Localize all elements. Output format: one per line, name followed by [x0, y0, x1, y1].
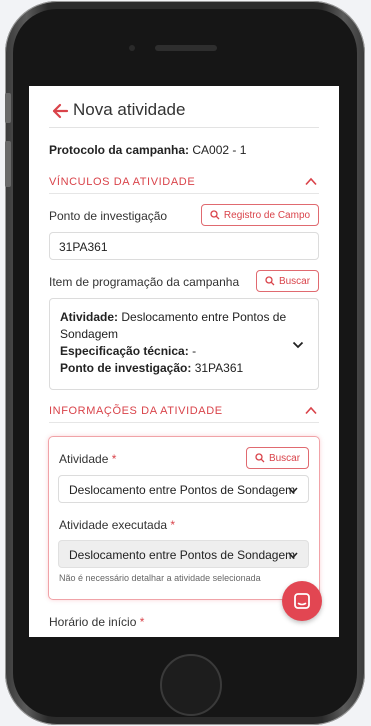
activity-search-button[interactable]: Buscar	[246, 447, 309, 469]
search-icon	[210, 210, 220, 220]
field-record-button-label: Registro de Campo	[223, 209, 311, 221]
executed-activity-label: Atividade executada *	[59, 518, 175, 532]
chevron-up-icon[interactable]	[305, 406, 317, 415]
program-item-search-label: Buscar	[278, 275, 311, 287]
executed-activity-select-value: Deslocamento entre Pontos de Sondagem	[69, 548, 296, 562]
section-title: INFORMAÇÕES DA ATIVIDADE	[49, 405, 223, 417]
program-item-card[interactable]: Atividade: Deslocamento entre Pontos de …	[49, 298, 319, 390]
start-time-label-text: Horário de início	[49, 615, 137, 629]
search-icon	[255, 453, 265, 463]
investigation-point-value: 31PA361	[59, 240, 108, 254]
side-button	[5, 141, 11, 187]
chat-icon	[294, 593, 310, 609]
chevron-down-icon	[288, 552, 298, 559]
search-icon	[265, 276, 275, 286]
protocol-label: Protocolo da campanha:	[49, 143, 190, 157]
app-screen: Nova atividade Protocolo da campanha: CA…	[29, 86, 339, 637]
activity-select[interactable]: Deslocamento entre Pontos de Sondagem	[58, 475, 309, 503]
card-point-label: Ponto de investigação:	[60, 361, 192, 375]
chat-button[interactable]	[282, 581, 322, 621]
program-item-label: Item de programação da campanha	[49, 275, 240, 289]
front-camera	[129, 45, 135, 51]
home-button[interactable]	[160, 654, 222, 716]
activity-label-text: Atividade	[59, 452, 109, 466]
card-activity-label: Atividade:	[60, 310, 119, 324]
section-info-header[interactable]: INFORMAÇÕES DA ATIVIDADE	[49, 401, 319, 423]
card-spec-label: Especificação técnica:	[60, 344, 189, 358]
side-button	[5, 93, 11, 123]
chevron-down-icon	[288, 487, 298, 494]
section-links-header[interactable]: VÍNCULOS DA ATIVIDADE	[49, 172, 319, 194]
required-mark: *	[111, 452, 117, 466]
program-item-search-button[interactable]: Buscar	[256, 270, 319, 292]
activity-label: Atividade *	[59, 452, 116, 466]
required-mark: *	[139, 615, 145, 629]
section-title: VÍNCULOS DA ATIVIDADE	[49, 176, 196, 188]
page-header: Nova atividade	[49, 98, 319, 128]
card-point: Ponto de investigação: 31PA361	[60, 360, 308, 377]
card-spec: Especificação técnica: -	[60, 343, 308, 360]
card-point-value: 31PA361	[194, 361, 244, 375]
investigation-point-field[interactable]: 31PA361	[49, 232, 319, 260]
start-time-label: Horário de início *	[49, 615, 144, 629]
page-title: Nova atividade	[73, 100, 186, 119]
arrow-left-icon[interactable]	[49, 100, 71, 122]
card-activity: Atividade: Deslocamento entre Pontos de …	[60, 309, 308, 343]
executed-activity-select[interactable]: Deslocamento entre Pontos de Sondagem	[58, 540, 309, 568]
chevron-up-icon[interactable]	[305, 177, 317, 186]
speaker-grille	[155, 45, 217, 51]
card-spec-value: -	[192, 344, 197, 358]
activity-select-value: Deslocamento entre Pontos de Sondagem	[69, 483, 296, 497]
activity-search-label: Buscar	[268, 452, 301, 464]
campaign-protocol: Protocolo da campanha: CA002 - 1	[49, 143, 246, 157]
executed-activity-label-text: Atividade executada	[59, 518, 168, 532]
required-mark: *	[170, 518, 176, 532]
protocol-value: CA002 - 1	[192, 143, 247, 157]
executed-activity-hint: Não é necessário detalhar a atividade se…	[59, 573, 261, 583]
field-record-button[interactable]: Registro de Campo	[201, 204, 319, 226]
chevron-down-icon[interactable]	[292, 341, 304, 349]
investigation-point-label: Ponto de investigação	[49, 209, 168, 223]
